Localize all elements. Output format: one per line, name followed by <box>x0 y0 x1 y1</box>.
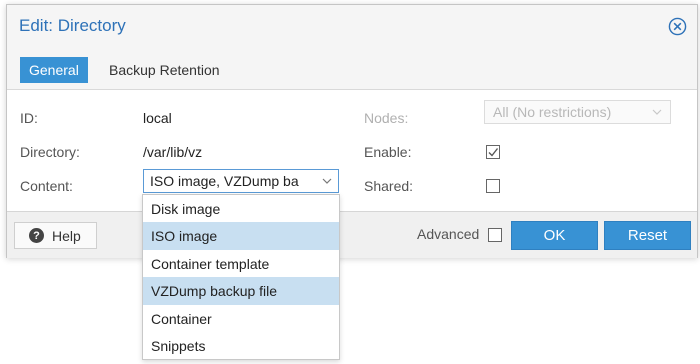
id-value: local <box>143 110 172 126</box>
chevron-down-icon <box>652 109 662 115</box>
dialog-footer: ? Help Advanced OK Reset <box>7 211 697 258</box>
directory-value: /var/lib/vz <box>143 144 203 160</box>
help-button-label: Help <box>52 227 81 244</box>
dialog-titlebar: Edit: Directory <box>7 5 697 49</box>
close-circle-icon <box>668 17 686 35</box>
content-label: Content: <box>20 178 73 194</box>
tab-general[interactable]: General <box>20 57 88 83</box>
dropdown-option-vzdump-backup-file[interactable]: VZDump backup file <box>143 277 339 305</box>
advanced-checkbox[interactable] <box>488 228 502 242</box>
edit-directory-dialog: Edit: Directory General Backup Retention… <box>6 4 698 258</box>
close-button[interactable] <box>667 16 687 36</box>
content-combobox-value: ISO image, VZDump ba <box>150 173 299 189</box>
dropdown-option-disk-image[interactable]: Disk image <box>143 195 339 223</box>
nodes-placeholder: All (No restrictions) <box>493 104 612 120</box>
dropdown-option-iso-image[interactable]: ISO image <box>143 222 339 250</box>
dropdown-option-container[interactable]: Container <box>143 305 339 333</box>
enable-label: Enable: <box>364 144 412 160</box>
reset-button[interactable]: Reset <box>604 221 691 250</box>
form-panel: ID: local Directory: /var/lib/vz Content… <box>7 90 697 211</box>
id-label: ID: <box>20 110 38 126</box>
checkmark-icon <box>488 148 499 157</box>
content-dropdown-list: Disk image ISO image Container template … <box>142 194 340 360</box>
content-combobox[interactable]: ISO image, VZDump ba <box>143 169 339 193</box>
directory-label: Directory: <box>20 144 80 160</box>
help-button[interactable]: ? Help <box>14 222 97 249</box>
chevron-down-icon <box>322 178 332 184</box>
ok-button[interactable]: OK <box>511 221 598 250</box>
question-circle-icon: ? <box>29 228 44 243</box>
tab-bar: General Backup Retention <box>7 49 697 90</box>
nodes-combobox[interactable]: All (No restrictions) <box>484 100 671 124</box>
dialog-title: Edit: Directory <box>19 16 126 35</box>
nodes-label: Nodes: <box>364 110 409 126</box>
enable-checkbox[interactable] <box>486 145 500 159</box>
shared-checkbox[interactable] <box>486 179 500 193</box>
advanced-label: Advanced <box>417 226 480 242</box>
dropdown-option-snippets[interactable]: Snippets <box>143 332 339 360</box>
dropdown-option-container-template[interactable]: Container template <box>143 250 339 278</box>
shared-label: Shared: <box>364 178 414 194</box>
tab-backup-retention[interactable]: Backup Retention <box>100 57 229 83</box>
